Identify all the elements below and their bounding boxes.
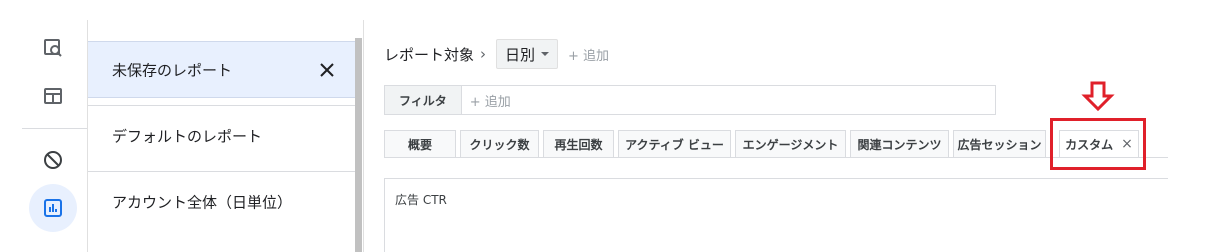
tab-related-content[interactable]: 関連コンテンツ [850,130,949,158]
report-content: 広告 CTR [384,178,1168,252]
filter-bar: フィルタ + 追加 [384,85,996,115]
layout-icon[interactable] [41,84,65,108]
report-item-account-daily[interactable]: アカウント全体（日単位） [88,173,356,230]
list-divider [88,171,356,172]
report-item-unsaved[interactable]: 未保存のレポート [88,41,356,98]
rail-divider [22,128,87,129]
add-dimension-link[interactable]: + 追加 [568,45,609,64]
down-arrow-annotation-icon [1081,81,1115,112]
list-divider [88,105,356,106]
report-editor: レポート対象 › 日別 + 追加 フィルタ + 追加 概要 クリック数 再生回数… [364,0,1208,252]
report-chart-icon[interactable] [41,196,65,220]
tab-label: アクティブ ビュー [625,137,724,152]
highlight-annotation [1050,118,1146,170]
dropdown-caret-icon [541,52,550,56]
tab-clicks[interactable]: クリック数 [460,130,539,158]
dimension-select-value: 日別 [505,45,536,64]
report-scope-row: レポート対象 › 日別 + 追加 [384,39,609,69]
tab-engagement[interactable]: エンゲージメント [735,130,846,158]
metric-label: 広告 CTR [395,193,447,207]
report-scope-label: レポート対象 [384,45,475,64]
tab-overview[interactable]: 概要 [384,130,456,158]
report-item-default[interactable]: デフォルトのレポート [88,107,356,164]
report-list: 未保存のレポート デフォルトのレポート アカウント全体（日単位） [87,20,356,252]
scrollbar[interactable] [355,38,362,252]
report-item-label: 未保存のレポート [112,61,233,79]
tab-ad-sessions[interactable]: 広告セッション [953,130,1046,158]
add-filter-link[interactable]: + 追加 [470,91,511,110]
report-item-label: アカウント全体（日単位） [112,193,293,211]
tab-label: 再生回数 [554,137,603,152]
tab-label: エンゲージメント [742,137,839,152]
tab-label: 概要 [407,137,432,152]
tab-label: 関連コンテンツ [857,137,942,152]
close-icon[interactable] [318,61,336,79]
tab-active-view[interactable]: アクティブ ビュー [618,130,731,158]
tab-label: クリック数 [469,137,530,152]
tab-label: 広告セッション [957,137,1042,152]
search-report-icon[interactable] [41,36,65,60]
tab-views[interactable]: 再生回数 [543,130,614,158]
nav-rail [0,0,87,252]
report-item-label: デフォルトのレポート [112,127,263,145]
dimension-select[interactable]: 日別 [496,39,559,69]
chevron-right-icon: › [480,45,487,63]
block-icon[interactable] [41,148,65,172]
filter-button[interactable]: フィルタ [385,86,462,114]
